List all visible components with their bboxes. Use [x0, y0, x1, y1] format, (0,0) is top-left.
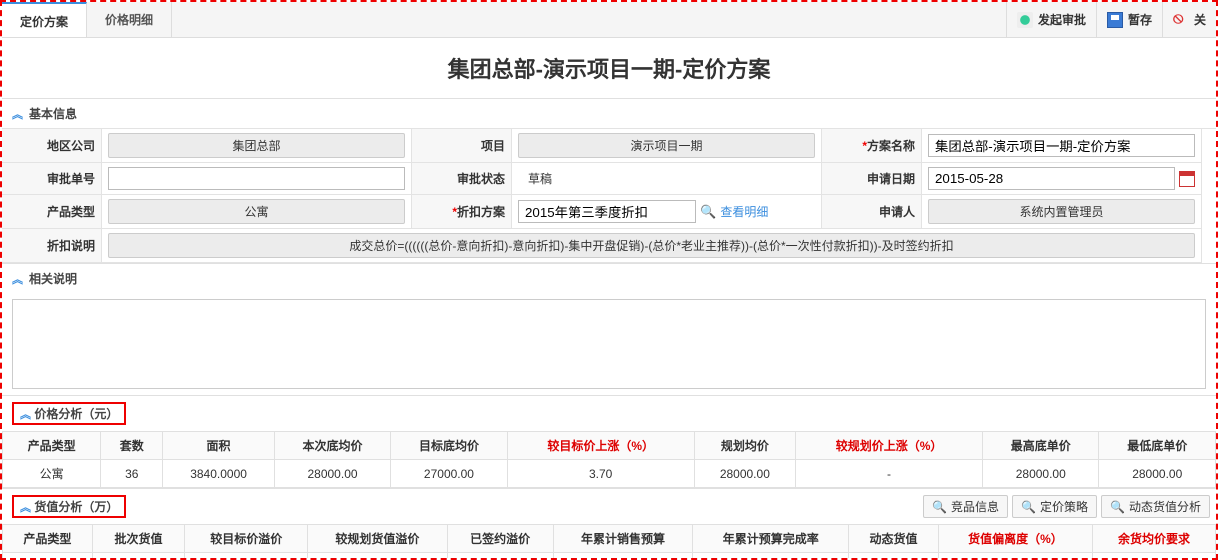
lbl-discount-plan: 折扣方案 [412, 195, 512, 229]
btn-close[interactable]: 关 [1162, 2, 1216, 37]
btn-dynamic-value[interactable]: 🔍动态货值分析 [1101, 495, 1210, 518]
price-analysis-table: 产品类型 套数 面积 本次底均价 目标底均价 较目标价上涨（%） 规划均价 较规… [2, 431, 1216, 488]
section-price-analysis[interactable]: ︽ 价格分析（元） [2, 396, 1216, 431]
basic-info-form: 地区公司 集团总部 项目 演示项目一期 方案名称 审批单号 审批状态 草稿 申请… [2, 128, 1216, 263]
th-max: 最高底单价 [983, 432, 1099, 460]
val-apply-date[interactable] [922, 163, 1202, 195]
lbl-project: 项目 [412, 129, 512, 163]
tab-pricing-plan[interactable]: 定价方案 [2, 2, 87, 37]
btn-submit-approval[interactable]: 发起审批 [1006, 2, 1096, 37]
table-row: 公寓 10752.00 384.00 - - - - - 100.00 2.80 [3, 553, 1216, 560]
plan-name-input[interactable] [928, 134, 1195, 157]
th-ptype: 产品类型 [3, 525, 93, 553]
th-pprem: 较规划货值溢价 [308, 525, 447, 553]
value-analysis-table: 产品类型 批次货值 较目标价溢价 较规划货值溢价 已签约溢价 年累计销售预算 年… [2, 524, 1216, 560]
page-title: 集团总部-演示项目一期-定价方案 [2, 38, 1216, 98]
view-detail-link[interactable]: 查看明细 [720, 203, 768, 220]
tabs: 定价方案 价格明细 [2, 2, 172, 37]
section-label: 基本信息 [29, 105, 77, 122]
collapse-icon: ︽ [20, 502, 31, 514]
toolbar: 定价方案 价格明细 发起审批 暂存 关 [2, 2, 1216, 38]
btn-label: 暂存 [1128, 11, 1152, 28]
section-basic-info[interactable]: ︽ 基本信息 [2, 99, 1216, 128]
lbl-apply-date: 申请日期 [822, 163, 922, 195]
th-target: 目标底均价 [391, 432, 507, 460]
th-plan-avg: 规划均价 [694, 432, 795, 460]
approve-no-input[interactable] [108, 167, 405, 190]
val-discount-desc: 成交总价=((((((总价-意向折扣)-意向折扣)-集中开盘促销)-(总价*老业… [102, 229, 1202, 263]
btn-save-draft[interactable]: 暂存 [1096, 2, 1162, 37]
th-plan-up: 较规划价上涨（%） [796, 432, 983, 460]
val-applicant: 系统内置管理员 [922, 195, 1202, 229]
btn-competitor-info[interactable]: 🔍竞品信息 [923, 495, 1008, 518]
section-label: 相关说明 [29, 270, 77, 287]
lbl-discount-desc: 折扣说明 [2, 229, 102, 263]
search-icon: 🔍 [932, 500, 947, 514]
th-avg: 本次底均价 [274, 432, 390, 460]
close-icon [1173, 12, 1189, 28]
collapse-icon: ︽ [12, 271, 23, 287]
search-icon[interactable]: 🔍 [700, 204, 716, 220]
th-ptype: 产品类型 [3, 432, 101, 460]
submit-icon [1017, 12, 1033, 28]
th-dyn: 动态货值 [849, 525, 939, 553]
btn-label: 发起审批 [1038, 11, 1086, 28]
val-discount-plan[interactable]: 🔍 查看明细 [512, 195, 822, 229]
th-deviation: 货值偏离度（%） [938, 525, 1092, 553]
lbl-approve-status: 审批状态 [412, 163, 512, 195]
calendar-icon[interactable] [1179, 171, 1195, 187]
section-related-note[interactable]: ︽ 相关说明 [2, 264, 1216, 293]
th-min: 最低底单价 [1099, 432, 1216, 460]
search-icon: 🔍 [1110, 500, 1125, 514]
val-approve-no[interactable] [102, 163, 412, 195]
collapse-icon: ︽ [12, 106, 23, 122]
tab-price-detail[interactable]: 价格明细 [87, 2, 172, 37]
val-region: 集团总部 [102, 129, 412, 163]
lbl-plan-name: 方案名称 [822, 129, 922, 163]
section-label: 货值分析（万） [34, 500, 118, 514]
btn-pricing-strategy[interactable]: 🔍定价策略 [1012, 495, 1097, 518]
table-row: 公寓 36 3840.0000 28000.00 27000.00 3.70 2… [3, 460, 1216, 488]
th-batch: 批次货值 [92, 525, 185, 553]
th-remain: 余货均价要求 [1093, 525, 1216, 553]
val-plan-name[interactable] [922, 129, 1202, 163]
val-project: 演示项目一期 [512, 129, 822, 163]
lbl-region: 地区公司 [2, 129, 102, 163]
apply-date-input[interactable] [928, 167, 1175, 190]
section-value-analysis[interactable]: ︽ 货值分析（万） [2, 489, 136, 524]
search-icon: 🔍 [1021, 500, 1036, 514]
val-approve-status: 草稿 [512, 163, 822, 195]
th-tprem: 较目标价溢价 [185, 525, 308, 553]
th-budget: 年累计销售预算 [553, 525, 692, 553]
th-target-up: 较目标价上涨（%） [507, 432, 694, 460]
th-completion: 年累计预算完成率 [693, 525, 849, 553]
discount-plan-input[interactable] [518, 200, 696, 223]
lbl-approve-no: 审批单号 [2, 163, 102, 195]
related-note-textarea[interactable] [12, 299, 1206, 389]
save-icon [1107, 12, 1123, 28]
btn-label: 关 [1194, 11, 1206, 28]
lbl-product-type: 产品类型 [2, 195, 102, 229]
collapse-icon: ︽ [20, 409, 31, 421]
lbl-applicant: 申请人 [822, 195, 922, 229]
val-product-type: 公寓 [102, 195, 412, 229]
th-signed: 已签约溢价 [447, 525, 553, 553]
section-label: 价格分析（元） [34, 407, 118, 421]
th-qty: 套数 [101, 432, 163, 460]
th-area: 面积 [163, 432, 274, 460]
